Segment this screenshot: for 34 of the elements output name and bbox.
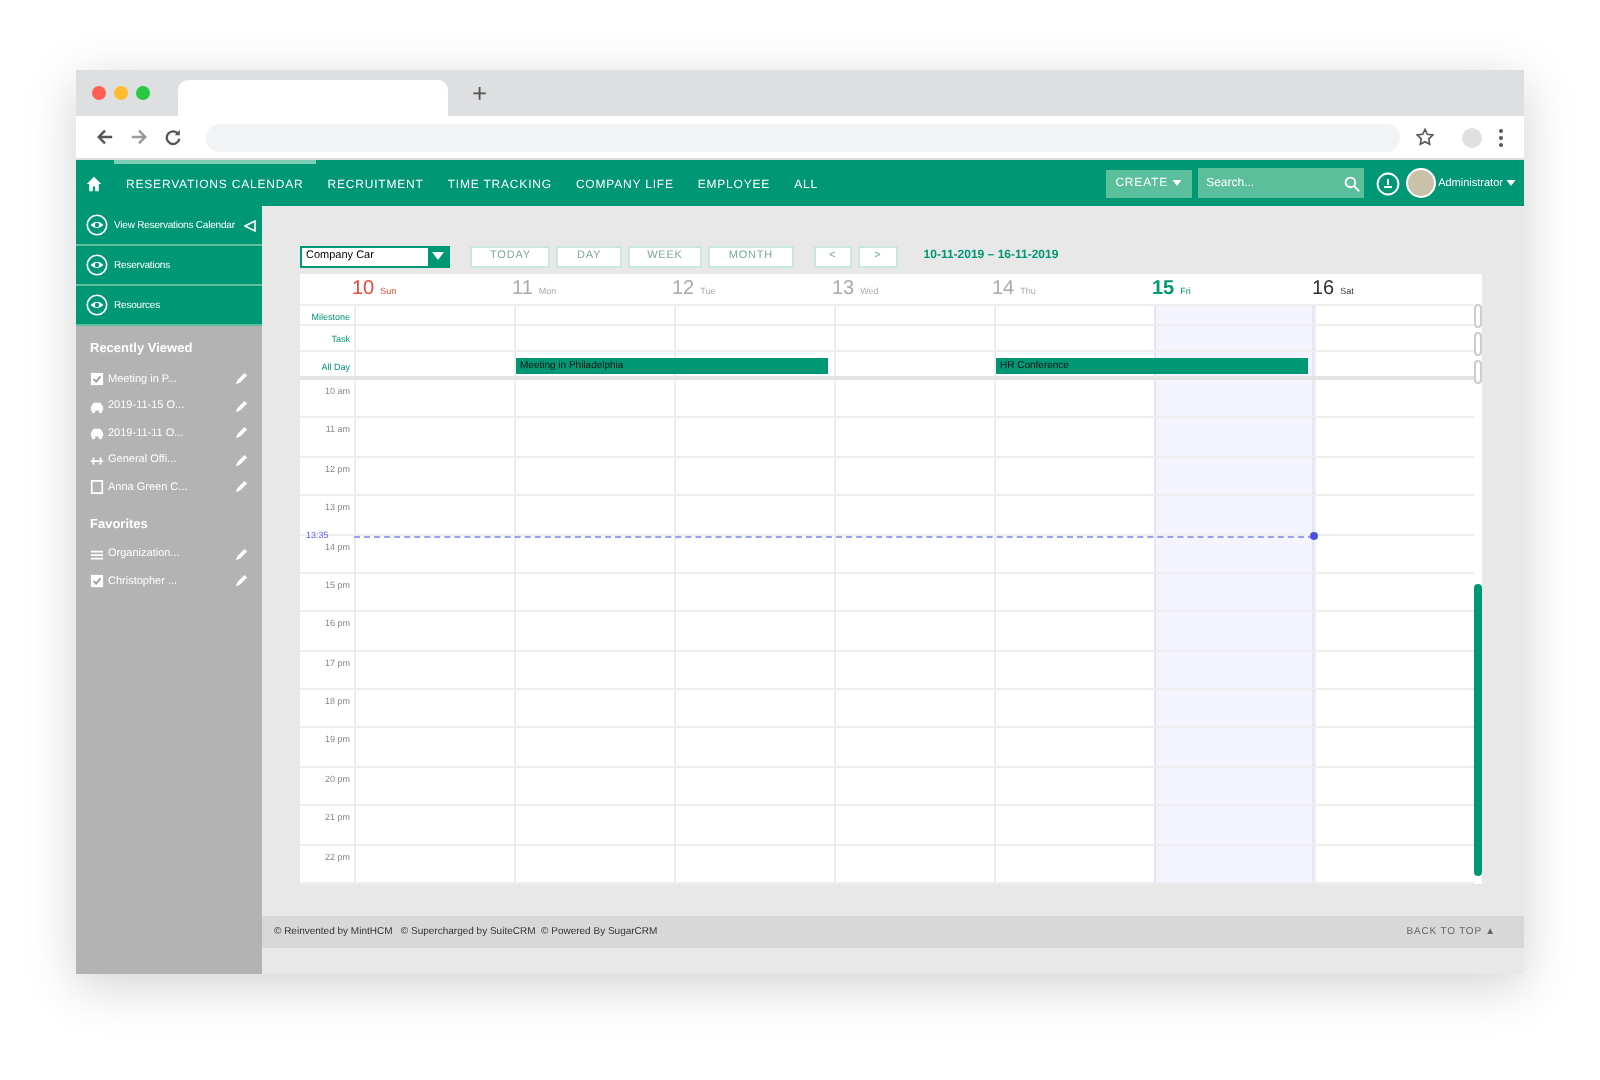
caret-icon — [432, 252, 444, 260]
document-icon — [90, 480, 104, 495]
eye-icon — [86, 254, 108, 276]
reload-icon[interactable] — [164, 128, 182, 146]
avatar[interactable] — [1406, 168, 1437, 198]
eye-icon — [86, 214, 108, 236]
collapse-icon[interactable] — [244, 219, 256, 231]
caret-icon — [1172, 179, 1183, 185]
menu-icon[interactable] — [1498, 127, 1504, 147]
day-number: 12 — [672, 278, 695, 300]
star-icon[interactable] — [1416, 128, 1434, 146]
caret-icon — [1506, 179, 1516, 185]
day-number: 14 — [992, 278, 1015, 300]
scrollbar[interactable] — [1474, 584, 1482, 876]
back-icon[interactable] — [96, 128, 114, 146]
eye-icon — [86, 294, 108, 316]
car-icon — [90, 426, 104, 441]
day-number: 16 — [1312, 278, 1335, 300]
list-icon — [90, 547, 104, 562]
maximize-window-icon[interactable] — [136, 86, 150, 100]
notification-icon[interactable] — [1376, 171, 1401, 195]
close-window-icon[interactable] — [92, 86, 106, 100]
minimize-window-icon[interactable] — [114, 86, 128, 100]
home-icon[interactable] — [86, 175, 102, 191]
search-button[interactable] — [1338, 168, 1365, 198]
day-number: 10 — [352, 278, 375, 300]
forward-icon[interactable] — [130, 128, 148, 146]
day-number: 13 — [832, 278, 855, 300]
new-tab-button[interactable]: + — [472, 78, 488, 108]
day-number: 15 — [1152, 278, 1175, 300]
search-icon — [1343, 175, 1360, 191]
car-icon — [90, 399, 104, 414]
day-number: 11 — [512, 278, 533, 300]
profile-icon[interactable] — [1462, 127, 1482, 147]
